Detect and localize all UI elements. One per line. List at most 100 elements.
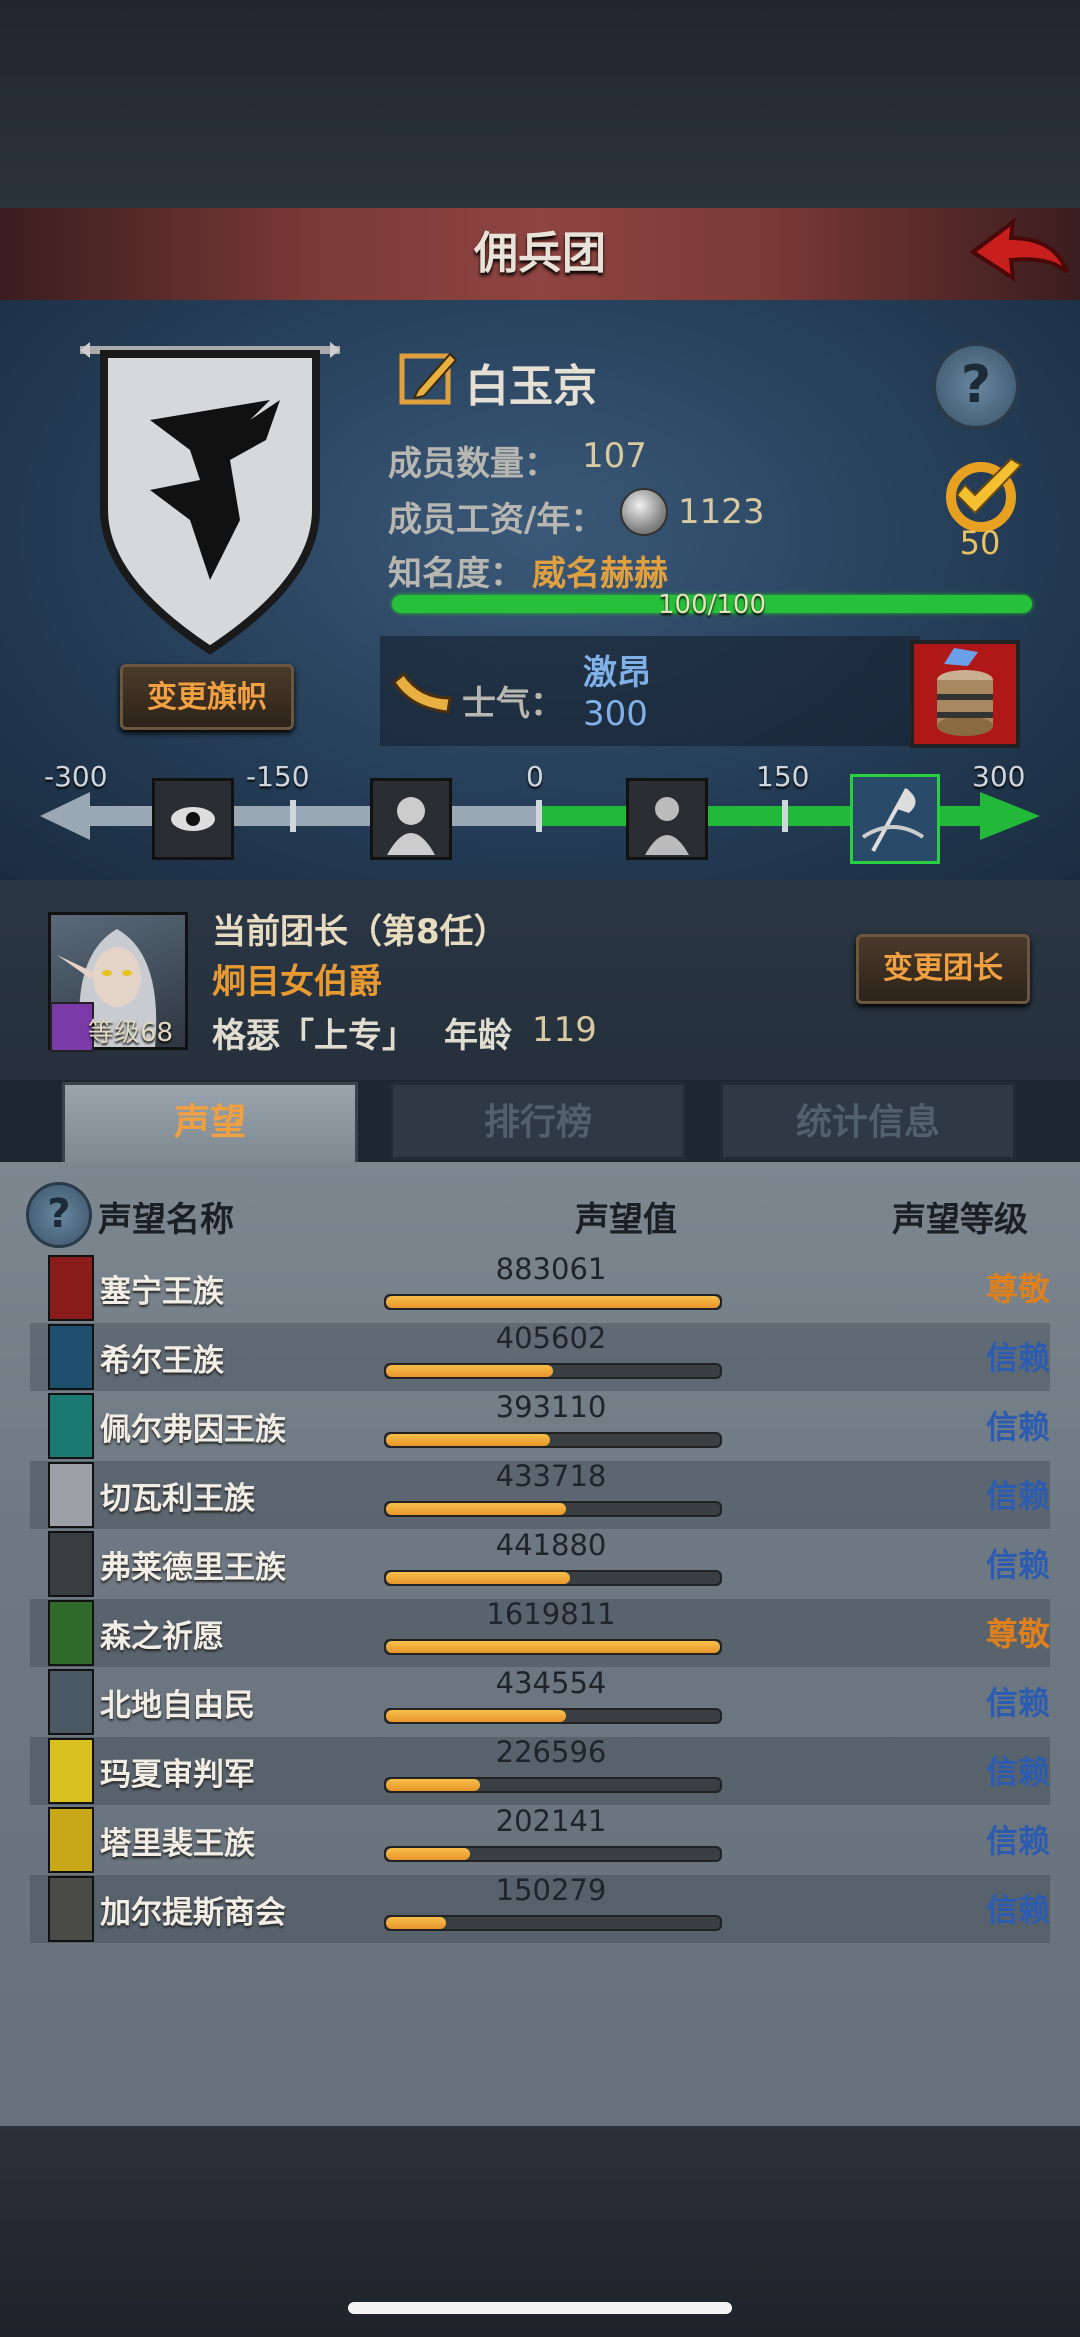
list-item[interactable]: 森之祈愿 1619811 尊敬 xyxy=(30,1597,1050,1667)
reputation-bar xyxy=(384,1570,722,1586)
tab-reputation[interactable]: 声望 xyxy=(62,1082,358,1164)
reputation-value: 434554 xyxy=(495,1666,607,1700)
reputation-value: 1619811 xyxy=(486,1597,616,1631)
reputation-value: 405602 xyxy=(495,1321,607,1355)
reputation-bar-fill xyxy=(386,1434,550,1446)
horn-icon xyxy=(390,668,454,724)
faction-name: 希尔王族 xyxy=(100,1343,224,1379)
leader-name: 炯目女伯爵 xyxy=(212,962,382,1002)
reputation-bar xyxy=(384,1639,722,1655)
faction-emblem-icon xyxy=(48,1255,94,1321)
reputation-level: 信赖 xyxy=(985,1477,1050,1515)
reputation-bar-fill xyxy=(386,1641,720,1653)
reputation-value: 226596 xyxy=(495,1735,607,1769)
home-indicator[interactable] xyxy=(348,2302,732,2314)
back-button[interactable] xyxy=(965,212,1075,292)
morale-despair-icon xyxy=(152,778,234,860)
achievement-count: 50 xyxy=(959,524,1001,562)
reputation-bar-fill xyxy=(386,1572,570,1584)
list-item[interactable]: 切瓦利王族 433718 信赖 xyxy=(30,1459,1050,1529)
reputation-bar-fill xyxy=(386,1848,470,1860)
help-button[interactable]: ? xyxy=(932,342,1020,430)
reputation-bar xyxy=(384,1363,722,1379)
list-item[interactable]: 佩尔弗因王族 393110 信赖 xyxy=(30,1390,1050,1460)
reputation-level: 信赖 xyxy=(985,1891,1050,1929)
reputation-value: 150279 xyxy=(495,1873,607,1907)
faction-emblem-icon xyxy=(48,1807,94,1873)
header-value: 声望值 xyxy=(575,1200,677,1240)
change-banner-button[interactable]: 变更旗帜 xyxy=(120,664,294,730)
list-item[interactable]: 塔里裴王族 202141 信赖 xyxy=(30,1804,1050,1874)
reputation-bar xyxy=(384,1432,722,1448)
reputation-value: 883061 xyxy=(495,1252,607,1286)
faction-name: 玛夏审判军 xyxy=(100,1757,255,1793)
reputation-level: 信赖 xyxy=(985,1546,1050,1584)
reputation-bar xyxy=(384,1846,722,1862)
morale-label: 士气： xyxy=(462,684,564,724)
fame-label: 知名度： xyxy=(388,554,524,594)
faction-emblem-icon xyxy=(48,1600,94,1666)
faction-name: 北地自由民 xyxy=(100,1688,255,1724)
list-item[interactable]: 塞宁王族 883061 尊敬 xyxy=(30,1252,1050,1322)
header-name: 声望名称 xyxy=(98,1200,234,1240)
silver-coin-icon xyxy=(620,488,668,536)
faction-emblem-icon xyxy=(48,1738,94,1804)
list-item[interactable]: 加尔提斯商会 150279 信赖 xyxy=(30,1873,1050,1943)
faction-name: 加尔提斯商会 xyxy=(100,1895,286,1931)
tab-leaderboard[interactable]: 排行榜 xyxy=(390,1082,686,1160)
reputation-level: 信赖 xyxy=(985,1822,1050,1860)
leader-age: 119 xyxy=(532,1010,597,1050)
achievement-icon[interactable] xyxy=(935,455,1027,535)
member-count-label: 成员数量： xyxy=(388,444,558,484)
reputation-level: 尊敬 xyxy=(985,1270,1050,1308)
faction-emblem-icon xyxy=(48,1393,94,1459)
page-title: 佣兵团 xyxy=(474,228,606,279)
faction-name: 切瓦利王族 xyxy=(100,1481,255,1517)
reputation-bar-fill xyxy=(386,1503,566,1515)
question-icon: ? xyxy=(960,355,992,415)
list-item[interactable]: 玛夏审判军 226596 信赖 xyxy=(30,1735,1050,1805)
faction-emblem-icon xyxy=(48,1669,94,1735)
clan-name: 白玉京 xyxy=(465,361,597,412)
tab-statistics[interactable]: 统计信息 xyxy=(720,1082,1016,1160)
morale-fear-icon xyxy=(370,778,452,860)
top-strip xyxy=(0,0,1080,208)
clan-banner-emblem[interactable] xyxy=(80,340,340,660)
member-count-value: 107 xyxy=(582,436,647,476)
reputation-bar-fill xyxy=(386,1365,553,1377)
barrel-icon xyxy=(937,648,993,736)
question-icon: ? xyxy=(47,1191,71,1237)
list-item[interactable]: 弗莱德里王族 441880 信赖 xyxy=(30,1528,1050,1598)
change-leader-button[interactable]: 变更团长 xyxy=(856,934,1030,1004)
fame-progress-text: 100/100 xyxy=(657,590,766,620)
salary-value: 1123 xyxy=(678,492,765,532)
reputation-bar xyxy=(384,1501,722,1517)
back-arrow-icon xyxy=(969,217,1069,282)
faction-name: 森之祈愿 xyxy=(100,1619,224,1655)
faction-emblem-icon xyxy=(48,1531,94,1597)
reputation-value: 441880 xyxy=(495,1528,607,1562)
morale-state: 激昂 xyxy=(583,653,651,693)
barrel-feast-button[interactable] xyxy=(910,640,1020,748)
reputation-value: 202141 xyxy=(495,1804,607,1838)
morale-tick-label: 150 xyxy=(756,760,810,793)
reputation-level: 信赖 xyxy=(985,1753,1050,1791)
reputation-bar-fill xyxy=(386,1779,480,1791)
list-item[interactable]: 希尔王族 405602 信赖 xyxy=(30,1321,1050,1391)
header-level: 声望等级 xyxy=(892,1200,1028,1240)
leader-age-label: 年龄 xyxy=(444,1016,512,1056)
reputation-bar xyxy=(384,1294,722,1310)
list-help-button[interactable]: ? xyxy=(26,1182,92,1248)
faction-emblem-icon xyxy=(48,1876,94,1942)
list-item[interactable]: 北地自由民 434554 信赖 xyxy=(30,1666,1050,1736)
leader-title: 当前团长（第8任） xyxy=(212,912,508,952)
reputation-bar-fill xyxy=(386,1296,720,1308)
leader-level: 等级68 xyxy=(88,1018,174,1048)
faction-name: 塔里裴王族 xyxy=(100,1826,255,1862)
edit-name-icon[interactable] xyxy=(398,346,458,406)
faction-name: 塞宁王族 xyxy=(100,1274,224,1310)
morale-value: 300 xyxy=(583,694,648,734)
reputation-bar xyxy=(384,1708,722,1724)
morale-tick-label: -300 xyxy=(44,760,108,793)
reputation-bar xyxy=(384,1777,722,1793)
